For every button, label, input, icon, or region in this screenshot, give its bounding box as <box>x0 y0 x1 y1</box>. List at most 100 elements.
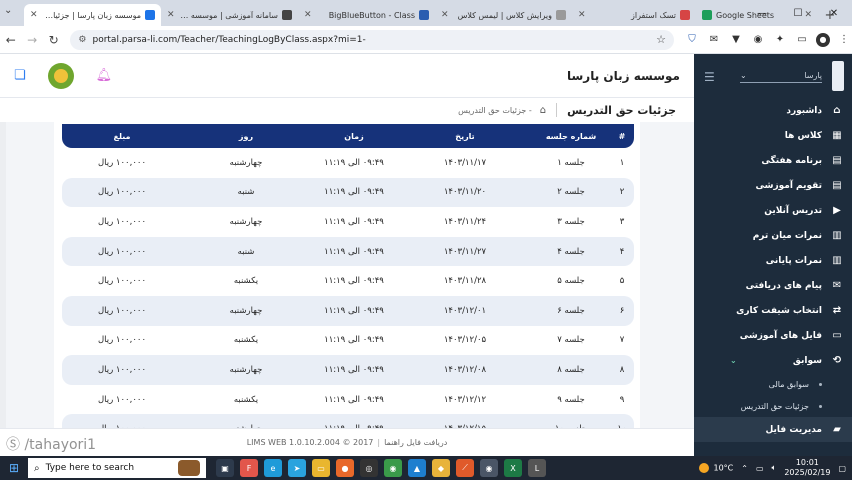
table-row: ۷ جلسه ۷ ۱۴۰۳/۱۲/۰۵ ۰۹:۴۹ الی ۱۱:۱۹ یکشنبه ۱۰… <box>62 326 634 356</box>
cell-date: ۱۴۰۳/۱۱/۱۷ <box>443 157 487 168</box>
calendar-icon: ▤ <box>832 180 842 191</box>
sidebar-item-label: سوابق <box>792 355 822 366</box>
network-icon[interactable]: ▭ <box>756 464 764 473</box>
window-controls: — ☐ ✕ <box>744 0 852 26</box>
sidebar-item[interactable]: ⌂ داشبورد <box>694 98 852 123</box>
sidebar-toggle-icon[interactable]: ▭ <box>794 33 810 47</box>
cell-index: ۹ <box>619 394 625 405</box>
lims-icon[interactable]: L <box>528 459 546 477</box>
tab-education-system[interactable]: سامانه آموزشی | موسسه زبان ✕ <box>161 4 298 26</box>
sidebar-item[interactable]: ▶ تدریس آنلاین <box>694 198 852 223</box>
cell-session: جلسه ۱ <box>557 157 585 168</box>
sidebar-item-label: مدیریت فایل <box>765 424 822 435</box>
camera-icon[interactable]: ◉ <box>750 33 766 47</box>
cell-session: جلسه ۴ <box>557 246 585 257</box>
profile-avatar[interactable]: ● <box>815 32 830 47</box>
chrome-icon[interactable]: ◉ <box>384 459 402 477</box>
address-bar[interactable]: ⚙ portal.parsa-li.com/Teacher/TeachingLo… <box>70 29 674 50</box>
cell-amount: ۱۰۰,۰۰۰ ریال <box>97 216 147 227</box>
bell-icon[interactable]: 🔔︎ <box>96 68 113 83</box>
sidebar-item[interactable]: ▤ برنامه هفتگی <box>694 148 852 173</box>
weather-widget[interactable]: 10°C <box>699 463 733 473</box>
cell-amount: ۱۰۰,۰۰۰ ریال <box>97 246 147 257</box>
menu-icon[interactable]: ⋮ <box>836 33 852 47</box>
user-avatar[interactable] <box>47 62 74 89</box>
close-icon[interactable]: ✕ <box>304 10 312 20</box>
forward-button[interactable]: → <box>21 33 42 47</box>
file-explorer-icon[interactable]: ▭ <box>312 459 330 477</box>
shield-icon[interactable]: ⛉ <box>684 33 700 47</box>
sidebar-item[interactable]: ▥ نمرات میان ترم <box>694 223 852 248</box>
branch-select[interactable]: پارسا ⌄ <box>740 69 822 83</box>
page-scrollbar[interactable] <box>0 122 6 428</box>
cell-day: یکشنبه <box>233 394 259 405</box>
tab-parsa-details[interactable]: موسسه زبان پارسا | جزئیات حق ✕ <box>24 4 161 26</box>
photos-icon[interactable]: ▲ <box>408 459 426 477</box>
cell-amount: ۱۰۰,۰۰۰ ریال <box>97 276 147 287</box>
sidebar-subitem[interactable]: سوابق مالی <box>694 373 852 395</box>
obs-icon[interactable]: ◎ <box>360 459 378 477</box>
firefox-icon[interactable]: ● <box>336 459 354 477</box>
tab-search-icon[interactable]: ⌄ <box>4 5 12 16</box>
maximize-button[interactable]: ☐ <box>780 0 816 26</box>
table-header: # شماره جلسه تاریخ زمان روز مبلغ <box>62 124 634 148</box>
clock[interactable]: 10:01 2025/02/19 <box>784 458 830 478</box>
cell-time: ۰۹:۴۹ الی ۱۱:۱۹ <box>324 335 384 346</box>
table-row: ۳ جلسه ۳ ۱۴۰۳/۱۱/۲۴ ۰۹:۴۹ الی ۱۱:۱۹ چهارشنبه… <box>62 207 634 237</box>
chat-icon[interactable]: ❏ <box>14 68 26 83</box>
app-icon[interactable]: ◆ <box>432 459 450 477</box>
sidebar-subitem[interactable]: جزئیات حق التدریس <box>694 395 852 417</box>
tab-task[interactable]: تسک استفراز ✕ <box>572 4 696 26</box>
sidebar-item-file-management[interactable]: ▰ مدیریت فایل <box>694 417 852 442</box>
task-view-icon[interactable]: ▣ <box>216 459 234 477</box>
figma-icon[interactable]: F <box>240 459 258 477</box>
cell-index: ۷ <box>619 335 625 346</box>
close-icon[interactable]: ✕ <box>167 10 175 20</box>
tab-bigbluebutton[interactable]: BigBlueButton - Class ✕ <box>298 4 435 26</box>
notification-icon[interactable]: ▢ <box>838 464 846 473</box>
avatar-face <box>53 68 68 83</box>
taskbar-search[interactable]: ⌕ Type here to search <box>28 458 206 478</box>
sidebar-item[interactable]: ⟲ سوابق ⌄ <box>694 348 852 373</box>
sidebar-item[interactable]: ▥ نمرات پایانی <box>694 248 852 273</box>
tab-edit-class[interactable]: ویرایش کلاس | لیمس کلاس ✕ <box>435 4 572 26</box>
sidebar-item[interactable]: ▤ تقویم آموزشی <box>694 173 852 198</box>
reload-button[interactable]: ↻ <box>43 33 64 47</box>
windows-start-icon[interactable]: ⊞ <box>0 456 28 480</box>
close-window-button[interactable]: ✕ <box>816 0 852 26</box>
cell-date: ۱۴۰۳/۱۲/۰۸ <box>443 364 487 375</box>
cell-amount: ۱۰۰,۰۰۰ ریال <box>97 157 147 168</box>
guide-download-link[interactable]: دریافت فایل راهنما <box>384 438 447 447</box>
close-icon[interactable]: ✕ <box>441 10 449 20</box>
puzzle-icon[interactable]: ✦ <box>772 33 788 47</box>
close-icon[interactable]: ✕ <box>578 10 586 20</box>
excel-icon[interactable]: X <box>504 459 522 477</box>
cell-session: جلسه ۸ <box>557 364 585 375</box>
bookmark-icon[interactable]: ▼ <box>728 33 744 47</box>
chrome-active-icon[interactable]: ◉ <box>480 459 498 477</box>
sidebar-item[interactable]: ▦ کلاس ها <box>694 123 852 148</box>
telegram-icon[interactable]: ➤ <box>288 459 306 477</box>
cell-session: جلسه ۶ <box>557 305 585 316</box>
edge-icon[interactable]: e <box>264 459 282 477</box>
site-info-icon[interactable]: ⚙ <box>78 35 86 45</box>
cell-day: چهارشنبه <box>229 157 263 168</box>
home-icon[interactable]: ⌂ <box>540 105 546 116</box>
close-icon[interactable]: ✕ <box>30 10 38 20</box>
sidebar-item[interactable]: ⇄ انتخاب شیفت کاری <box>694 298 852 323</box>
bookmark-star-icon[interactable]: ☆ <box>656 33 666 46</box>
tray-chevron-icon[interactable]: ⌃ <box>741 464 748 473</box>
hamburger-menu-icon[interactable]: ☰ <box>704 70 715 84</box>
minimize-button[interactable]: — <box>744 0 780 26</box>
cell-index: ۵ <box>619 276 625 287</box>
cell-index: ۶ <box>619 305 625 316</box>
mail-icon[interactable]: ✉ <box>706 33 722 47</box>
sidebar-item[interactable]: ▭ فایل های آموزشی <box>694 323 852 348</box>
browser-tab-strip: ⌄ موسسه زبان پارسا | جزئیات حق ✕ سامانه … <box>0 0 852 26</box>
header-amount: مبلغ <box>113 131 131 141</box>
back-button[interactable]: ← <box>0 33 21 47</box>
cell-date: ۱۴۰۳/۱۲/۰۱ <box>443 305 487 316</box>
chart-app-icon[interactable]: ⟋ <box>456 459 474 477</box>
sidebar-item[interactable]: ✉ پیام های دریافتی <box>694 273 852 298</box>
volume-icon[interactable]: 🔈︎ <box>772 463 777 473</box>
